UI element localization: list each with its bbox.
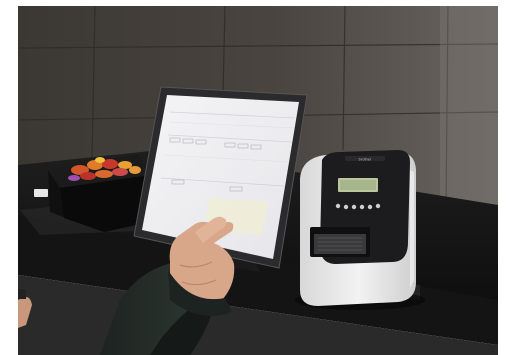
photo-scene: brother — [0, 0, 506, 355]
photo-illustration: brother — [0, 0, 506, 355]
svg-text:brother: brother — [359, 156, 372, 161]
